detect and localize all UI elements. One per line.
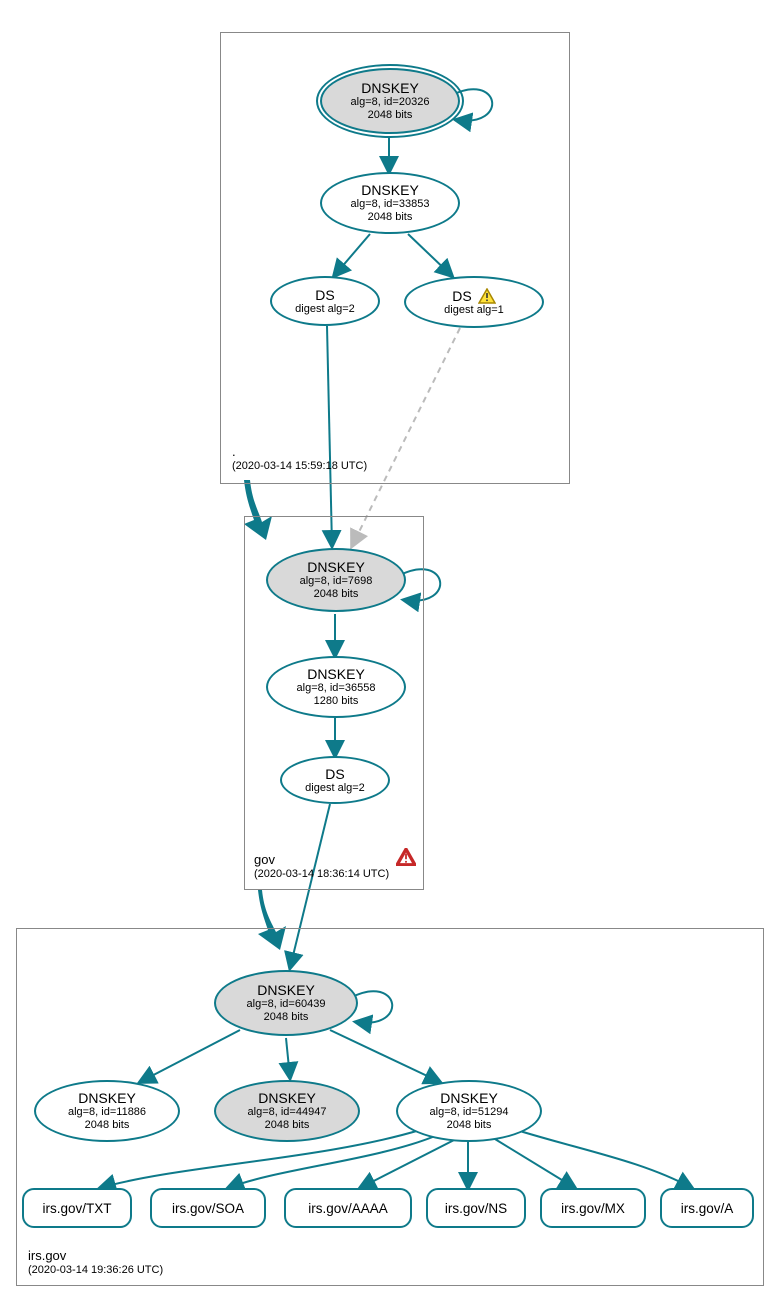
rrset-label: irs.gov/A [681,1201,734,1216]
node-title: DNSKEY [440,1090,498,1106]
zone-root-label: . (2020-03-14 15:59:18 UTC) [232,444,367,473]
zone-gov-timestamp: (2020-03-14 18:36:14 UTC) [254,868,389,881]
node-line2: digest alg=2 [295,303,355,316]
node-line3: 2048 bits [447,1119,492,1132]
node-line2: digest alg=2 [305,782,365,795]
rrset-label: irs.gov/NS [445,1201,507,1216]
node-line3: 2048 bits [314,588,359,601]
node-line2: alg=8, id=44947 [248,1106,327,1119]
rrset-label: irs.gov/AAAA [308,1201,388,1216]
node-title: DNSKEY [78,1090,136,1106]
warning-icon [478,288,496,304]
zone-gov-label: gov (2020-03-14 18:36:14 UTC) [254,852,389,881]
node-title: DNSKEY [307,666,365,682]
node-irs-key-a: DNSKEY alg=8, id=11886 2048 bits [34,1080,180,1142]
node-root-ds2: DS digest alg=2 [270,276,380,326]
node-title: DNSKEY [307,559,365,575]
node-line3: 2048 bits [264,1011,309,1024]
rrset-label: irs.gov/TXT [42,1201,111,1216]
rrset-label: irs.gov/MX [561,1201,625,1216]
node-root-ds1: DS digest alg=1 [404,276,544,328]
node-line2: alg=8, id=20326 [351,96,430,109]
dnssec-graph: . (2020-03-14 15:59:18 UTC) DNSKEY alg=8… [0,0,780,1303]
node-title: DNSKEY [257,982,315,998]
zone-gov-name: gov [254,852,389,868]
node-gov-ksk: DNSKEY alg=8, id=7698 2048 bits [266,548,406,612]
node-title: DS [315,287,334,303]
node-irs-ksk: DNSKEY alg=8, id=60439 2048 bits [214,970,358,1036]
node-root-ksk: DNSKEY alg=8, id=20326 2048 bits [320,68,460,134]
rrset-soa: irs.gov/SOA [150,1188,266,1228]
node-title: DS [452,288,471,304]
rrset-txt: irs.gov/TXT [22,1188,132,1228]
zone-root-name: . [232,444,367,460]
rrset-label: irs.gov/SOA [172,1201,244,1216]
error-icon [396,848,414,864]
node-line2: digest alg=1 [444,304,504,317]
node-line2: alg=8, id=51294 [430,1106,509,1119]
node-line2: alg=8, id=33853 [351,198,430,211]
node-irs-key-b: DNSKEY alg=8, id=44947 2048 bits [214,1080,360,1142]
node-gov-zsk: DNSKEY alg=8, id=36558 1280 bits [266,656,406,718]
zone-irs-label: irs.gov (2020-03-14 19:36:26 UTC) [28,1248,163,1277]
zone-irs-timestamp: (2020-03-14 19:36:26 UTC) [28,1264,163,1277]
node-line3: 2048 bits [368,109,413,122]
node-line2: alg=8, id=11886 [68,1106,146,1119]
node-line2: alg=8, id=36558 [297,682,376,695]
node-line2: alg=8, id=60439 [247,998,326,1011]
node-irs-key-c: DNSKEY alg=8, id=51294 2048 bits [396,1080,542,1142]
node-line3: 2048 bits [368,211,413,224]
node-root-zsk: DNSKEY alg=8, id=33853 2048 bits [320,172,460,234]
node-title: DNSKEY [361,182,419,198]
node-title: DNSKEY [258,1090,316,1106]
node-line3: 2048 bits [85,1119,130,1132]
zone-irs-name: irs.gov [28,1248,163,1264]
rrset-ns: irs.gov/NS [426,1188,526,1228]
node-gov-ds: DS digest alg=2 [280,756,390,804]
node-line2: alg=8, id=7698 [300,575,373,588]
node-line3: 2048 bits [265,1119,310,1132]
node-title: DNSKEY [361,80,419,96]
node-line3: 1280 bits [314,695,359,708]
rrset-aaaa: irs.gov/AAAA [284,1188,412,1228]
rrset-mx: irs.gov/MX [540,1188,646,1228]
rrset-a: irs.gov/A [660,1188,754,1228]
node-title: DS [325,766,344,782]
zone-root-timestamp: (2020-03-14 15:59:18 UTC) [232,460,367,473]
